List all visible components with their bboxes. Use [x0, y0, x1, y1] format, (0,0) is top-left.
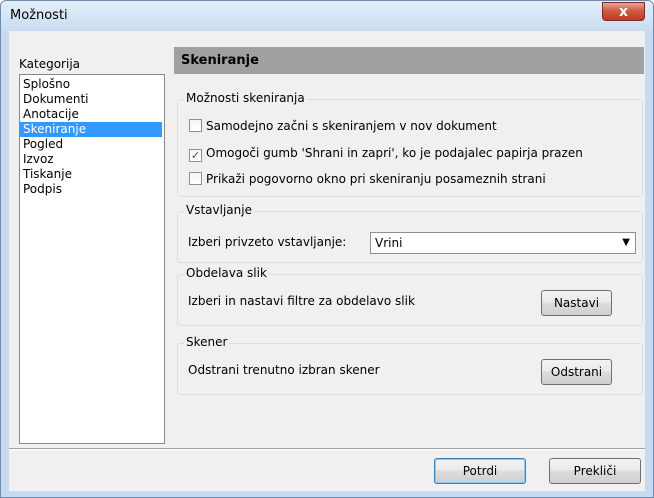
scanner-label: Odstrani trenutno izbran skener — [188, 363, 380, 377]
category-item-splosno[interactable]: Splošno — [20, 77, 162, 92]
image-processing-group: Obdelava slik Izberi in nastavi filtre z… — [177, 266, 643, 326]
single-page-dialog-label: Prikaži pogovorno okno pri skeniranju po… — [206, 172, 546, 186]
insert-group: Vstavljanje Izberi privzeto vstavljanje:… — [177, 203, 643, 263]
category-item-tiskanje[interactable]: Tiskanje — [20, 167, 162, 182]
single-page-dialog-option[interactable]: Prikaži pogovorno okno pri skeniranju po… — [189, 171, 546, 187]
category-item-dokumenti[interactable]: Dokumenti — [20, 92, 162, 107]
auto-start-scan-label: Samodejno začni s skeniranjem v nov doku… — [206, 119, 497, 133]
title-bar: Možnosti x — [1, 1, 653, 31]
category-label: Kategorija — [19, 57, 81, 71]
save-close-button-checkbox[interactable]: ✓ — [189, 149, 202, 162]
category-item-skeniranje[interactable]: Skeniranje — [20, 122, 162, 137]
image-processing-title: Obdelava slik — [184, 266, 269, 280]
category-item-anotacije[interactable]: Anotacije — [20, 107, 162, 122]
category-list[interactable]: Splošno Dokumenti Anotacije Skeniranje P… — [19, 74, 165, 444]
close-button[interactable]: x — [602, 2, 645, 21]
insert-mode-value: Vrini — [375, 236, 403, 250]
scanner-title: Skener — [184, 335, 230, 349]
checkmark-icon: ✓ — [190, 149, 201, 162]
save-close-button-label: Omogoči gumb 'Shrani in zapri', ko je po… — [206, 146, 583, 160]
scan-options-title: Možnosti skeniranja — [184, 91, 307, 105]
options-dialog: Možnosti x Kategorija Splošno Dokumenti … — [0, 0, 654, 498]
dropdown-arrow-icon[interactable]: ▼ — [622, 237, 630, 248]
window-title: Možnosti — [10, 8, 68, 23]
remove-scanner-button[interactable]: Odstrani — [541, 359, 612, 385]
insert-label: Izberi privzeto vstavljanje: — [188, 235, 347, 249]
category-item-podpis[interactable]: Podpis — [20, 182, 162, 197]
insert-title: Vstavljanje — [184, 203, 254, 217]
category-item-izvoz[interactable]: Izvoz — [20, 152, 162, 167]
footer-separator — [9, 448, 645, 450]
configure-filters-button[interactable]: Nastavi — [541, 290, 612, 316]
single-page-dialog-checkbox[interactable] — [189, 172, 202, 185]
scanner-group: Skener Odstrani trenutno izbran skener O… — [177, 335, 643, 395]
panel-title: Skeniranje — [174, 47, 644, 74]
auto-start-scan-option[interactable]: Samodejno začni s skeniranjem v nov doku… — [189, 118, 497, 134]
ok-button[interactable]: Potrdi — [434, 458, 526, 484]
cancel-button[interactable]: Prekliči — [549, 458, 641, 484]
image-processing-label: Izberi in nastavi filtre za obdelavo sli… — [188, 294, 415, 308]
insert-mode-select[interactable]: Vrini ▼ — [370, 232, 636, 254]
close-icon: x — [618, 4, 629, 20]
category-item-pogled[interactable]: Pogled — [20, 137, 162, 152]
auto-start-scan-checkbox[interactable] — [189, 119, 202, 132]
scan-options-group: Možnosti skeniranja Samodejno začni s sk… — [177, 91, 643, 197]
save-close-button-option[interactable]: ✓ Omogoči gumb 'Shrani in zapri', ko je p… — [189, 145, 583, 162]
